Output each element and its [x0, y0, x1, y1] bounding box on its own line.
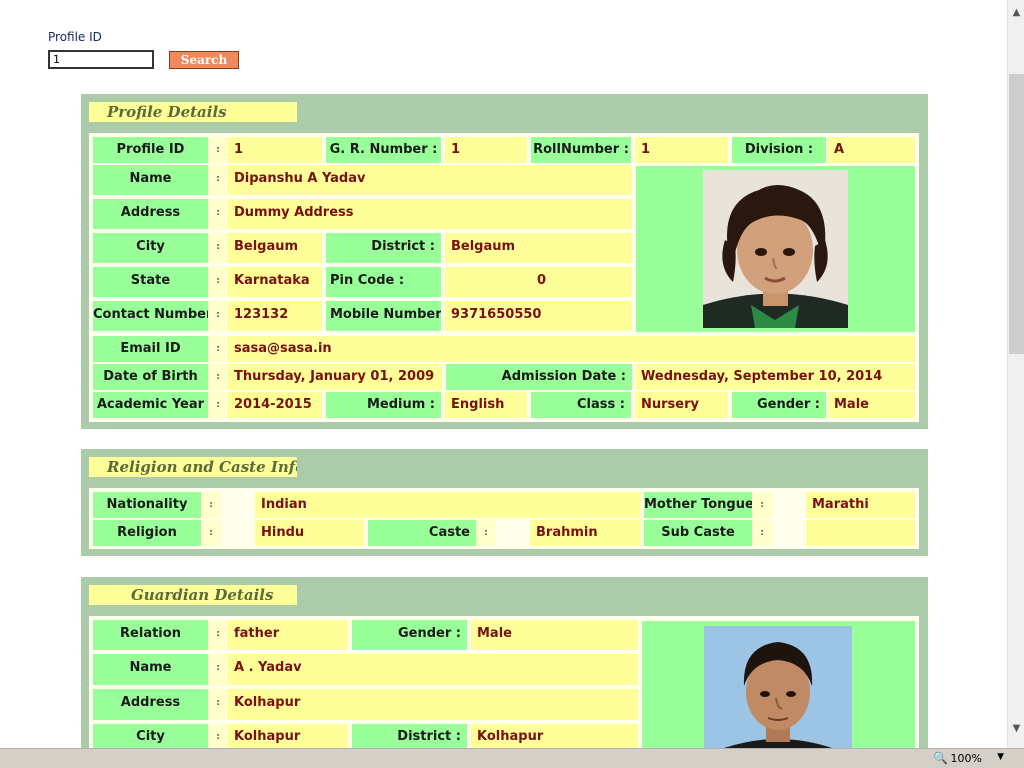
label-caste: Caste [368, 520, 476, 546]
value-mother-tongue: Marathi [806, 492, 915, 518]
label-medium: Medium : [326, 392, 441, 418]
student-photo [703, 170, 848, 328]
value-guardian-city: Kolhapur [228, 724, 348, 748]
separator: : [208, 336, 228, 362]
profile-id-input[interactable] [48, 50, 154, 69]
zoom-icon[interactable]: 🔍 [933, 751, 948, 765]
guardian-photo [704, 626, 852, 748]
scroll-up-arrow-icon[interactable]: ▲ [1008, 4, 1024, 21]
label-guardian-address: Address [93, 689, 208, 720]
separator: : [201, 492, 221, 518]
label-gr-number: G. R. Number : [326, 137, 441, 163]
label-email: Email ID [93, 336, 208, 362]
separator: : [208, 620, 228, 650]
label-guardian-gender: Gender : [352, 620, 467, 650]
value-city: Belgaum [228, 233, 322, 263]
label-name: Name [93, 165, 208, 195]
separator: : [752, 492, 772, 518]
value-medium: English [445, 392, 527, 418]
label-contact-number: Contact Number [93, 301, 208, 331]
value-admission-date: Wednesday, September 10, 2014 [635, 364, 915, 390]
guardian-details-title: Guardian Details [89, 585, 297, 605]
separator: : [208, 364, 228, 390]
label-mobile-number: Mobile Number : [326, 301, 441, 331]
separator: : [208, 392, 228, 418]
religion-caste-title: Religion and Caste Info [89, 457, 297, 477]
label-address: Address [93, 199, 208, 229]
label-religion: Religion [93, 520, 201, 546]
value-guardian-district: Kolhapur [471, 724, 638, 748]
scroll-down-arrow-icon[interactable]: ▼ [1008, 720, 1024, 737]
separator: : [752, 520, 772, 546]
separator: : [208, 233, 228, 263]
label-nationality: Nationality [93, 492, 201, 518]
value-pin-code: 0 [445, 267, 632, 297]
profile-details-title: Profile Details [89, 102, 297, 122]
separator: : [208, 267, 228, 297]
label-division: Division : [732, 137, 826, 163]
label-profile-id: Profile ID [93, 137, 208, 163]
value-religion: Hindu [255, 520, 364, 546]
separator: : [476, 520, 496, 546]
profile-id-label: Profile ID [48, 30, 102, 44]
separator: : [208, 689, 228, 720]
label-guardian-district: District : [352, 724, 467, 748]
vertical-scrollbar[interactable]: ▲ ▼ [1007, 0, 1024, 748]
label-city: City [93, 233, 208, 263]
label-admission-date: Admission Date : [446, 364, 632, 390]
label-district: District : [326, 233, 441, 263]
search-button[interactable]: Search [169, 51, 239, 69]
value-guardian-relation: father [228, 620, 348, 650]
value-contact-number: 123132 [228, 301, 322, 331]
value-guardian-name: A . Yadav [228, 654, 638, 685]
value-profile-id: 1 [228, 137, 322, 163]
label-guardian-relation: Relation [93, 620, 208, 650]
label-sub-caste: Sub Caste [644, 520, 752, 546]
value-class: Nursery [635, 392, 728, 418]
value-email: sasa@sasa.in [228, 336, 915, 362]
label-roll-number: RollNumber : [531, 137, 631, 163]
value-date-of-birth: Thursday, January 01, 2009 [228, 364, 442, 390]
label-class: Class : [531, 392, 631, 418]
zoom-level[interactable]: 100% [951, 752, 982, 765]
value-academic-year: 2014-2015 [228, 392, 322, 418]
label-guardian-city: City [93, 724, 208, 748]
separator: : [201, 520, 221, 546]
value-division: A [828, 137, 915, 163]
separator: : [208, 654, 228, 685]
label-mother-tongue: Mother Tongue [644, 492, 752, 518]
value-mobile-number: 9371650550 [445, 301, 632, 331]
browser-status-bar: 🔍 100% ▼ [0, 748, 1024, 768]
label-guardian-name: Name [93, 654, 208, 685]
value-sub-caste [806, 520, 915, 546]
label-date-of-birth: Date of Birth [93, 364, 208, 390]
value-gender: Male [828, 392, 915, 418]
separator: : [208, 199, 228, 229]
separator: : [208, 137, 228, 163]
value-name: Dipanshu A Yadav [228, 165, 632, 195]
value-roll-number: 1 [635, 137, 728, 163]
value-district: Belgaum [445, 233, 632, 263]
label-gender: Gender : [732, 392, 826, 418]
label-state: State [93, 267, 208, 297]
label-academic-year: Academic Year [93, 392, 208, 418]
zoom-dropdown-chevron-down-icon[interactable]: ▼ [997, 752, 1004, 762]
value-gr-number: 1 [445, 137, 527, 163]
scrollbar-thumb[interactable] [1009, 74, 1024, 354]
value-caste: Brahmin [530, 520, 641, 546]
separator: : [208, 165, 228, 195]
value-nationality: Indian [255, 492, 641, 518]
value-state: Karnataka [228, 267, 322, 297]
value-guardian-address: Kolhapur [228, 689, 638, 720]
label-pin-code: Pin Code : [326, 267, 441, 297]
separator: : [208, 301, 228, 331]
value-guardian-gender: Male [471, 620, 638, 650]
separator: : [208, 724, 228, 748]
value-address: Dummy Address [228, 199, 632, 229]
